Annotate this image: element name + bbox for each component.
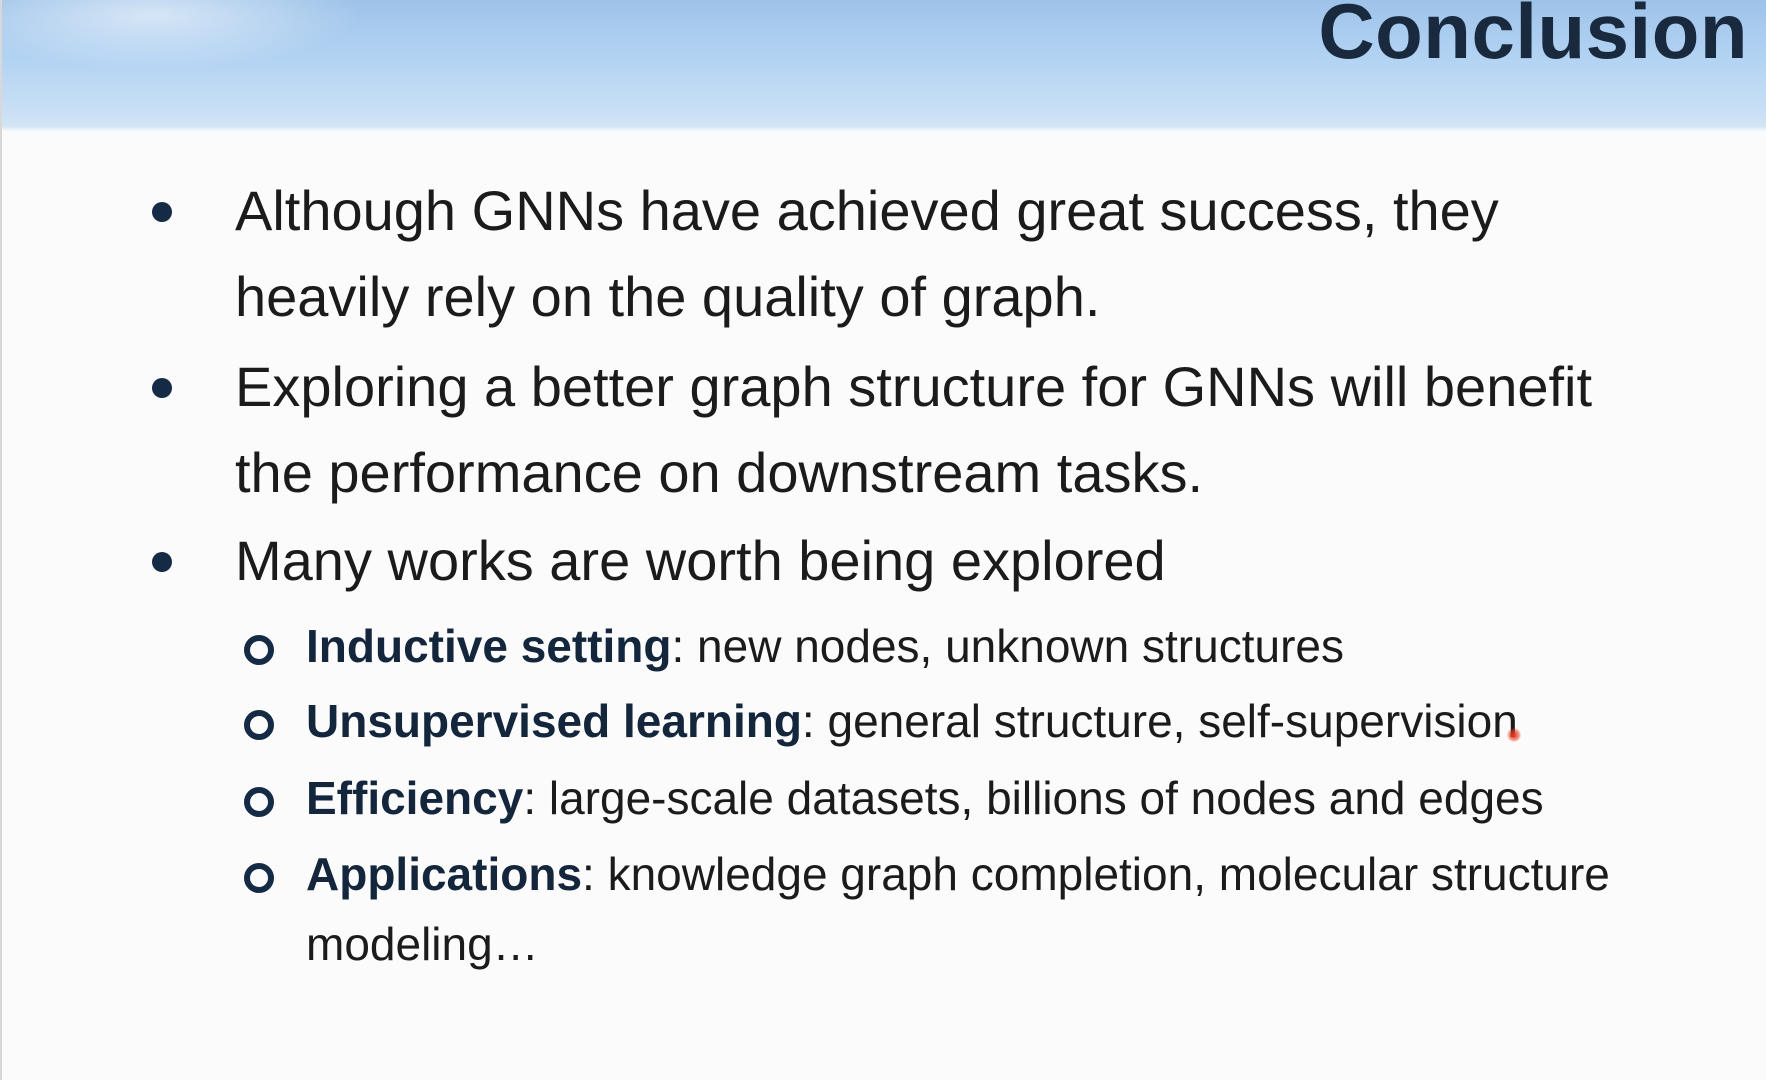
slide-header: Conclusion xyxy=(2,0,1766,132)
bullet-1-line-2: heavily rely on the quality of graph. xyxy=(235,265,1101,328)
slide-title: Conclusion xyxy=(1318,0,1748,75)
sub-item-applications: Applications: knowledge graph completion… xyxy=(306,838,1610,910)
bullet-dot-2 xyxy=(152,378,172,398)
sub-item-desc: : large-scale datasets, billions of node… xyxy=(523,772,1544,824)
bullet-2-line-2: the performance on downstream tasks. xyxy=(235,441,1204,504)
sub-item-applications-line-2: modeling… xyxy=(306,918,539,970)
bullet-dot-1 xyxy=(152,202,172,222)
bullet-3-line-1: Many works are worth being explored xyxy=(235,529,1166,592)
sub-bullet-ring-2 xyxy=(244,710,274,740)
sub-item-term: Inductive setting xyxy=(306,620,672,672)
bullet-2-line-1: Exploring a better graph structure for G… xyxy=(235,355,1593,418)
sub-item-inductive: Inductive setting: new nodes, unknown st… xyxy=(306,610,1344,682)
sub-item-term: Efficiency xyxy=(306,772,524,824)
laser-pointer-dot xyxy=(1507,728,1521,742)
sub-bullet-ring-1 xyxy=(244,635,274,665)
sub-item-desc: : general structure, self-supervision xyxy=(801,695,1518,747)
sub-item-term: Applications xyxy=(306,848,583,900)
sub-bullet-ring-4 xyxy=(244,863,274,893)
bullet-dot-3 xyxy=(152,552,172,572)
sub-bullet-ring-3 xyxy=(244,787,274,817)
sub-item-efficiency: Efficiency: large-scale datasets, billio… xyxy=(306,762,1544,834)
bullet-1-line-1: Although GNNs have achieved great succes… xyxy=(235,179,1499,242)
sub-item-desc: : knowledge graph completion, molecular … xyxy=(582,848,1610,900)
sub-item-unsupervised: Unsupervised learning: general structure… xyxy=(306,685,1518,757)
sub-item-desc: : new nodes, unknown structures xyxy=(671,620,1344,672)
slide: Conclusion Although GNNs have achieved g… xyxy=(0,0,1766,1080)
sub-item-term: Unsupervised learning xyxy=(306,695,802,747)
